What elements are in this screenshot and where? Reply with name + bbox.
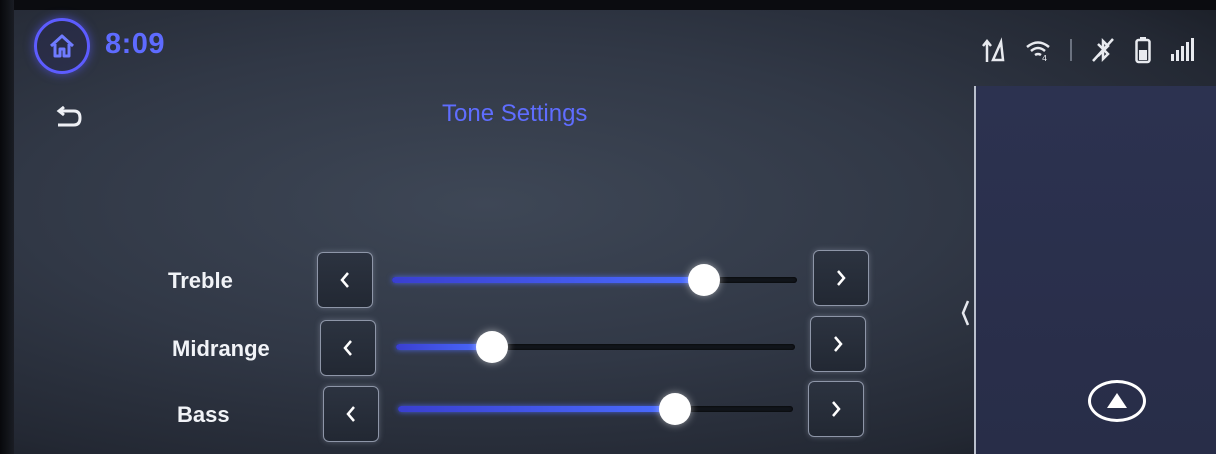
bass-slider-thumb[interactable]	[658, 393, 691, 425]
treble-slider[interactable]	[392, 264, 797, 296]
midrange-decrease-button[interactable]	[320, 320, 376, 376]
home-button[interactable]	[34, 18, 90, 74]
midrange-label: Midrange	[172, 336, 270, 361]
status-bar: 8:09 4	[14, 10, 1216, 86]
chevron-left-icon	[340, 272, 349, 288]
chevron-right-icon	[834, 336, 843, 352]
treble-slider-thumb[interactable]	[687, 264, 720, 296]
data-transfer-icon	[982, 37, 1005, 62]
treble-slider-fill	[392, 277, 704, 283]
wifi-icon: 4	[1026, 41, 1050, 62]
status-icons: 4	[980, 36, 1196, 64]
treble-label: Treble	[168, 268, 233, 293]
bass-slider-fill	[398, 406, 675, 412]
chevron-left-icon	[346, 406, 355, 422]
bass-label: Bass	[177, 402, 230, 427]
treble-increase-button[interactable]	[813, 250, 869, 306]
svg-text:4: 4	[1042, 54, 1047, 62]
home-icon	[49, 34, 75, 58]
side-panel-toggle[interactable]	[957, 296, 973, 330]
signal-strength-icon	[1171, 38, 1194, 61]
screen-bezel-left	[0, 0, 14, 454]
clock: 8:09	[105, 28, 166, 60]
treble-decrease-button[interactable]	[317, 252, 373, 308]
bass-slider[interactable]	[398, 393, 793, 425]
screen-bezel-top	[0, 0, 1216, 10]
navigation-arrow-icon	[1107, 393, 1127, 408]
back-arrow-icon	[56, 106, 82, 127]
chevron-right-icon	[832, 401, 841, 417]
chevron-right-icon	[837, 270, 846, 286]
chevron-left-icon	[343, 340, 352, 356]
midrange-slider[interactable]	[396, 331, 795, 363]
navigation-button[interactable]	[1088, 380, 1146, 422]
bass-decrease-button[interactable]	[323, 386, 379, 442]
phone-battery-icon	[1135, 37, 1151, 64]
midrange-slider-thumb[interactable]	[475, 331, 508, 363]
status-divider	[1070, 39, 1072, 61]
midrange-increase-button[interactable]	[810, 316, 866, 372]
bass-increase-button[interactable]	[808, 381, 864, 437]
back-button[interactable]	[48, 103, 88, 133]
bluetooth-off-icon	[1092, 37, 1114, 63]
chevron-left-icon	[961, 300, 970, 326]
page-title: Tone Settings	[442, 100, 588, 127]
